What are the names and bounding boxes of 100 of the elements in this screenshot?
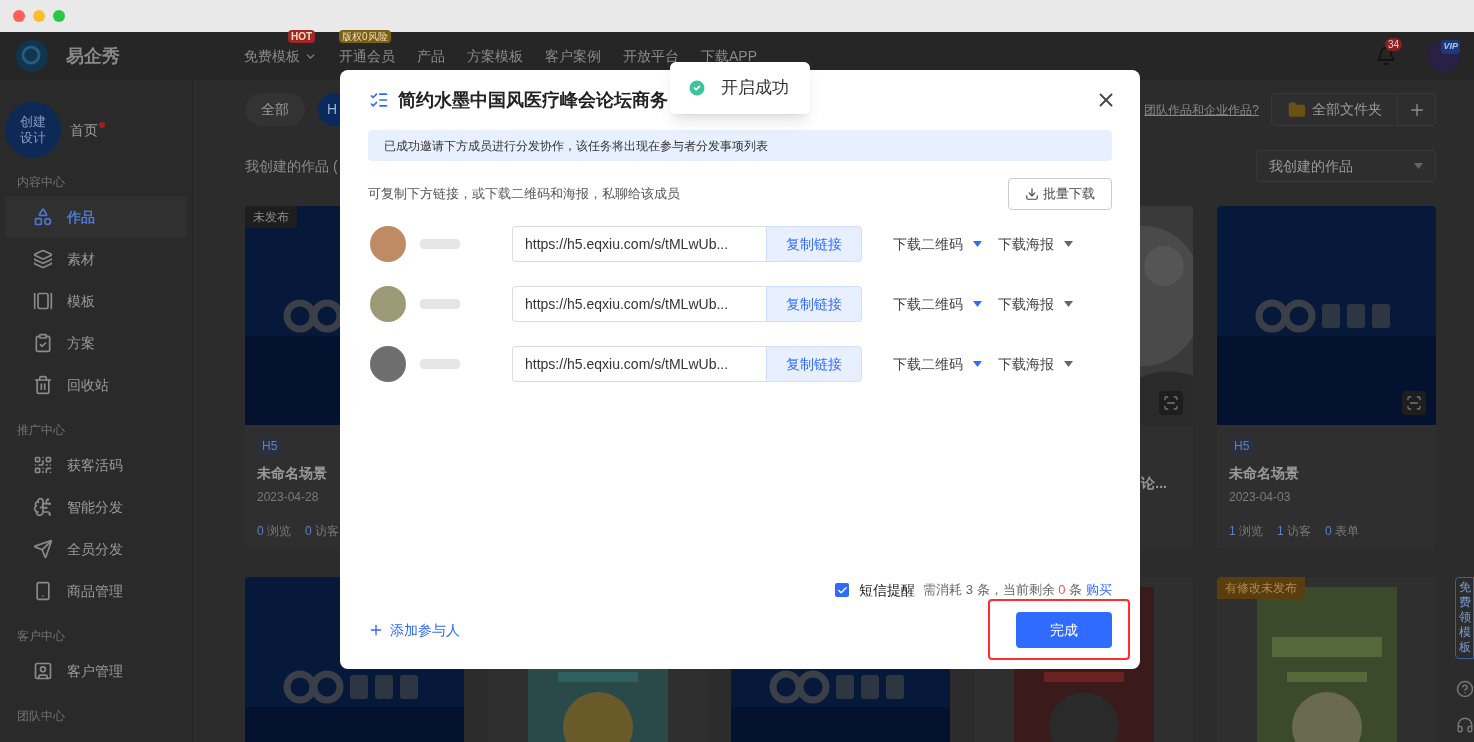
work-title: 未命名场景 [257, 464, 328, 483]
sms-cost-text: 需消耗 3 条，当前剩余 0 条 [923, 581, 1082, 600]
free-template-tab[interactable]: 免费领模板 [1455, 577, 1474, 659]
download-qr-dropdown[interactable]: 下载二维码 [893, 233, 982, 255]
success-notice: 已成功邀请下方成员进行分发协作，该任务将出现在参与者分发事项列表 [368, 130, 1112, 161]
type-tag: H5 [257, 437, 283, 455]
dialog-title: 简约水墨中国风医疗峰会论坛商务 [398, 88, 668, 112]
sidebar-item[interactable]: 回收站 [5, 364, 187, 406]
add-folder-button[interactable] [1398, 93, 1436, 126]
status-badge: 有修改未发布 [1217, 577, 1305, 599]
download-qr-dropdown[interactable]: 下载二维码 [893, 293, 982, 315]
folder-icon [1287, 100, 1306, 119]
section-label: 推广中心 [16, 422, 66, 439]
checklist-icon [33, 333, 53, 353]
qr-code-button[interactable] [1159, 391, 1183, 415]
layers-icon [33, 249, 53, 269]
send-icon [33, 539, 53, 559]
works-icon [33, 207, 53, 227]
qr-code-icon [33, 455, 53, 475]
help-icon[interactable] [1456, 680, 1474, 698]
work-date: 2023-04-28 [257, 489, 320, 506]
zoom-window-button[interactable] [53, 10, 65, 22]
nav-link[interactable]: 产品 [417, 45, 445, 67]
section-label: 客户中心 [16, 628, 66, 645]
download-poster-dropdown[interactable]: 下载海报 [998, 293, 1073, 315]
work-title: 论... [1140, 474, 1168, 493]
share-link-field[interactable]: https://h5.eqxiu.com/s/tMLwUb... [512, 286, 766, 322]
stat-text: 1 浏览 [1229, 523, 1264, 540]
check-icon [836, 584, 848, 596]
sidebar-item[interactable]: 全员分发 [5, 528, 187, 570]
contact-icon [33, 661, 53, 681]
sms-checkbox[interactable] [835, 583, 850, 597]
caret-icon [1064, 301, 1073, 307]
sidebar-item[interactable]: 模板 [5, 280, 187, 322]
blurred-name [420, 239, 460, 249]
section-label: 团队中心 [16, 708, 66, 725]
brand-name: 易企秀 [66, 44, 121, 68]
copy-link-button[interactable]: 复制链接 [766, 226, 862, 262]
caret-icon [973, 361, 982, 367]
headset-icon[interactable] [1456, 716, 1474, 734]
user-avatar[interactable]: VIP [1428, 40, 1460, 72]
download-poster-dropdown[interactable]: 下载海报 [998, 233, 1073, 255]
work-title: 未命名场景 [1229, 464, 1300, 483]
share-link-field[interactable]: https://h5.eqxiu.com/s/tMLwUb... [512, 226, 766, 262]
success-icon [687, 78, 707, 98]
all-folders-button[interactable]: 全部文件夹 [1271, 93, 1398, 126]
phone-icon [33, 581, 53, 601]
nav-link[interactable]: 开通会员 [339, 45, 395, 67]
sidebar-item[interactable]: 方案 [5, 322, 187, 364]
type-tag: H5 [1229, 437, 1255, 455]
work-date: 2023-04-03 [1229, 489, 1292, 506]
stat-text: 0 浏览 [257, 523, 292, 540]
nav-link[interactable]: 方案模板 [467, 45, 523, 67]
scope-select[interactable]: 我创建的作品 [1256, 150, 1436, 182]
download-poster-dropdown[interactable]: 下载海报 [998, 353, 1073, 375]
status-badge: 未发布 [245, 206, 297, 228]
team-works-link[interactable]: 团队作品和企业作品? [1144, 100, 1259, 119]
notification-badge: 34 [1385, 38, 1403, 51]
done-button[interactable]: 完成 [1016, 612, 1112, 648]
template-icon [33, 291, 53, 311]
copy-link-button[interactable]: 复制链接 [766, 286, 862, 322]
share-link-field[interactable]: https://h5.eqxiu.com/s/tMLwUb... [512, 346, 766, 382]
sidebar-item[interactable]: 智能分发 [5, 486, 187, 528]
sidebar-item[interactable]: 客户管理 [5, 650, 187, 692]
toast-message: 开启成功 [721, 77, 789, 100]
download-qr-dropdown[interactable]: 下载二维码 [893, 353, 982, 375]
create-design-button[interactable]: 创建设计 [5, 102, 61, 158]
sidebar-item[interactable]: 作品 [5, 196, 187, 238]
sidebar-item[interactable]: 素材 [5, 238, 187, 280]
qr-code-icon [1163, 395, 1179, 411]
stat-text: 0 表单 [1325, 523, 1360, 540]
section-title: 我创建的作品 ( [245, 156, 338, 176]
caret-icon [1414, 163, 1423, 169]
close-window-button[interactable] [13, 10, 25, 22]
download-icon [1025, 187, 1039, 201]
caret-icon [973, 241, 982, 247]
qr-code-icon [1406, 395, 1422, 411]
caret-icon [1064, 361, 1073, 367]
filter-tab[interactable]: 全部 [245, 93, 305, 126]
nav-link[interactable]: 免费模板 [244, 45, 317, 67]
add-participant-link[interactable]: 添加参与人 [368, 619, 460, 641]
nav-link[interactable]: 开放平台 [623, 45, 679, 67]
hint-text: 可复制下方链接，或下载二维码和海报，私聊给该成员 [368, 185, 680, 204]
batch-download-button[interactable]: 批量下载 [1008, 178, 1112, 210]
sidebar-item[interactable]: 获客活码 [5, 444, 187, 486]
caret-icon [1064, 241, 1073, 247]
trash-icon [33, 375, 53, 395]
list-icon [369, 90, 389, 110]
section-label: 内容中心 [16, 174, 66, 191]
sms-label: 短信提醒 [859, 580, 916, 600]
nav-link[interactable]: 客户案例 [545, 45, 601, 67]
stat-text: 1 访客 [1277, 523, 1312, 540]
qr-code-button[interactable] [1402, 391, 1426, 415]
caret-icon [973, 301, 982, 307]
brain-icon [33, 497, 53, 517]
sidebar-item[interactable]: 商品管理 [5, 570, 187, 612]
home-link[interactable]: 首页 [70, 119, 98, 141]
buy-link[interactable]: 购买 [1086, 580, 1112, 600]
notification-icon[interactable] [1376, 46, 1396, 66]
copy-link-button[interactable]: 复制链接 [766, 346, 862, 382]
